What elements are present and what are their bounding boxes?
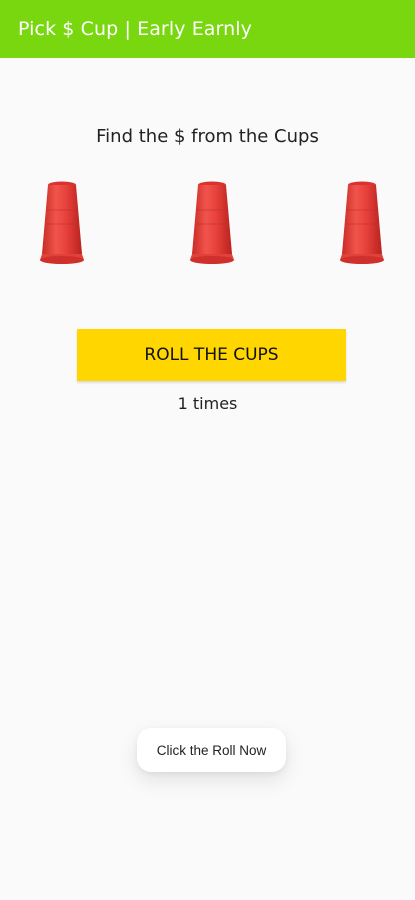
app-title: Pick $ Cup | Early Earnly <box>18 18 252 40</box>
instruction-text: Find the $ from the Cups <box>96 126 319 147</box>
cup-2[interactable] <box>182 180 242 268</box>
red-cup-icon <box>190 181 234 264</box>
roll-the-cups-button[interactable]: ROLL THE CUPS <box>77 329 346 381</box>
red-cup-icon <box>40 181 84 264</box>
red-cup-icon <box>340 181 384 264</box>
app-bar: Pick $ Cup | Early Earnly <box>0 0 415 58</box>
roll-count-text: 1 times <box>177 394 238 413</box>
cup-1[interactable] <box>32 180 92 268</box>
cups-row <box>0 180 415 270</box>
toast-message: Click the Roll Now <box>137 728 286 772</box>
cup-3[interactable] <box>332 180 392 268</box>
